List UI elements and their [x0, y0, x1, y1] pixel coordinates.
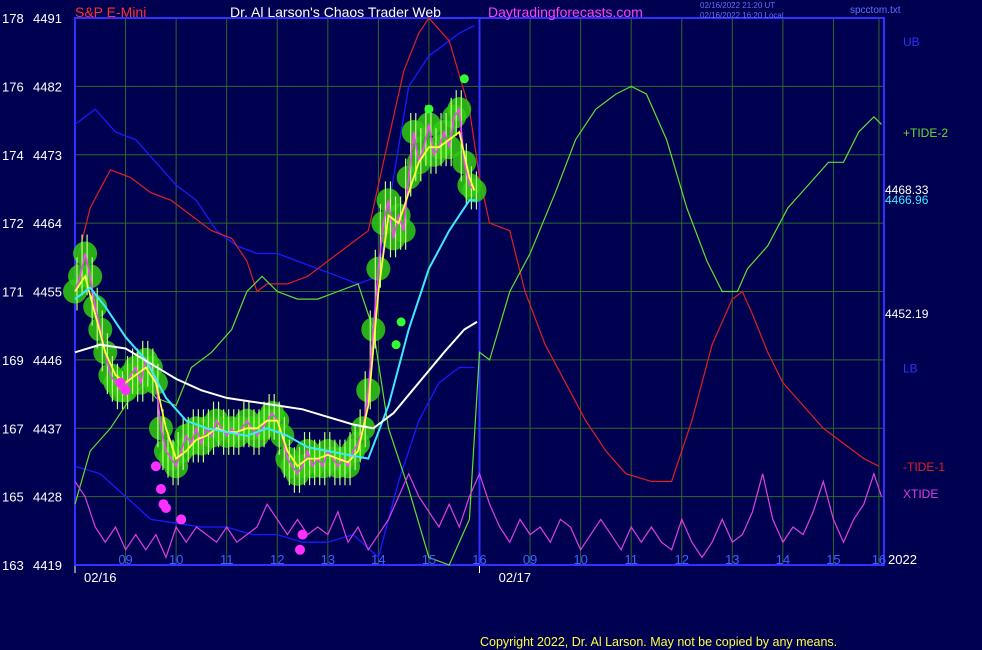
- magenta-marker: [120, 385, 131, 396]
- right-series-label: XTIDE: [903, 487, 938, 501]
- chart-axes: [74, 17, 885, 573]
- x-tick-label: 15: [826, 552, 840, 567]
- x-tick-label: 09: [118, 552, 132, 567]
- x-tick-label: 11: [220, 552, 234, 567]
- site-title: Dr. Al Larson's Chaos Trader Web: [230, 4, 441, 20]
- date-label: 02/16: [84, 570, 117, 585]
- site-url[interactable]: Daytradingforecasts.com: [488, 4, 643, 20]
- x-tick-label: 09: [523, 552, 537, 567]
- timestamp-local: 02/16/2022 16:20 Local: [700, 11, 784, 20]
- file-name: spcctom.txt: [850, 5, 901, 16]
- green-marker: [424, 104, 434, 114]
- price-tick-label: 4464: [33, 216, 62, 231]
- magenta-marker: [297, 529, 308, 540]
- right-series-label: LB: [903, 361, 918, 375]
- price-tick-label: 4491: [33, 11, 62, 26]
- left-alt-tick-label: 169: [2, 353, 24, 368]
- price-chart: 178 4491 176 4482 174 4473 172 4464 171 4455 169 44…: [2, 11, 948, 585]
- magenta-marker: [176, 514, 187, 525]
- right-series-label: UB: [903, 35, 920, 49]
- price-tick-label: 4482: [33, 79, 62, 94]
- left-alt-tick-label: 167: [2, 421, 24, 436]
- instrument-label: S&P E-Mini: [75, 4, 147, 20]
- x-tick-label: 13: [321, 552, 335, 567]
- green-marker: [396, 317, 406, 327]
- chart-labels: 178 4491 176 4482 174 4473 172 4464 171 4455 169 44…: [2, 11, 948, 585]
- left-alt-tick-label: 176: [2, 79, 24, 94]
- year-label: 2022: [888, 552, 917, 567]
- timestamp-ut: 02/16/2022 21:20 UT: [700, 1, 776, 10]
- left-alt-tick-label: 163: [2, 558, 24, 573]
- magenta-marker: [155, 484, 166, 495]
- x-tick-label: 12: [270, 552, 284, 567]
- magenta-marker: [161, 503, 172, 514]
- magenta-marker: [150, 461, 161, 472]
- x-tick-label: 15: [422, 552, 436, 567]
- x-tick-label: 13: [725, 552, 739, 567]
- x-tick-label: 14: [776, 552, 790, 567]
- price-tick-label: 4437: [33, 421, 62, 436]
- right-series-label: +TIDE-2: [903, 126, 948, 140]
- tide_plus-line: [74, 85, 882, 566]
- x-tick-label: 10: [169, 552, 183, 567]
- left-alt-tick-label: 165: [2, 490, 24, 505]
- price-tick-label: 4446: [33, 353, 62, 368]
- left-alt-tick-label: 174: [2, 148, 24, 163]
- right-series-label: 4452.19: [885, 307, 929, 321]
- xtide-line: [74, 471, 883, 560]
- magenta-marker: [295, 544, 306, 555]
- price-tick-label: 4419: [33, 558, 62, 573]
- price-tick-label: 4455: [33, 285, 62, 300]
- tide_minus-line: [74, 17, 880, 482]
- left-alt-tick-label: 171: [2, 285, 24, 300]
- copyright-notice: Copyright 2022, Dr. Al Larson. May not b…: [480, 635, 838, 649]
- x-tick-label: 16: [872, 552, 886, 567]
- green-marker: [391, 340, 401, 350]
- left-alt-tick-label: 172: [2, 216, 24, 231]
- left-alt-tick-label: 178: [2, 11, 24, 26]
- right-series-label: 4466.96: [885, 193, 929, 207]
- x-tick-label: 14: [371, 552, 385, 567]
- price-tick-label: 4428: [33, 490, 62, 505]
- date-label: 02/17: [499, 570, 532, 585]
- green-marker: [459, 74, 469, 84]
- x-tick-label: 16: [472, 552, 486, 567]
- x-tick-label: 12: [675, 552, 689, 567]
- right-series-label: -TIDE-1: [903, 460, 945, 474]
- x-tick-label: 11: [624, 552, 638, 567]
- x-tick-label: 10: [573, 552, 587, 567]
- price-tick-label: 4473: [33, 148, 62, 163]
